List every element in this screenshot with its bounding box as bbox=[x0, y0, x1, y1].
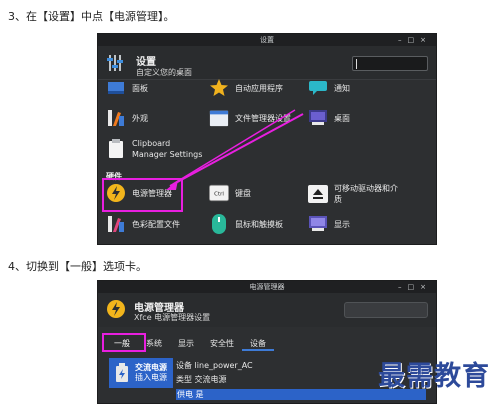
arrow-line bbox=[169, 113, 304, 187]
device-name: 交流电源 bbox=[135, 363, 167, 372]
property-value: 交流电源 bbox=[194, 375, 227, 384]
general-tab-highlight-box bbox=[102, 333, 146, 352]
device-property-row: 设备 line_power_AC bbox=[176, 360, 253, 371]
power-titlebar: 电源管理器 –□× bbox=[98, 281, 436, 293]
ac-power-icon bbox=[113, 362, 131, 384]
power-bolt-icon bbox=[107, 300, 125, 318]
property-value: 是 bbox=[195, 390, 204, 399]
power-header: 电源管理器 Xfce 电源管理器设置 bbox=[98, 293, 436, 327]
window-controls[interactable]: –□× bbox=[398, 281, 432, 293]
property-key: 供电 bbox=[177, 390, 193, 399]
power-search-input[interactable] bbox=[344, 302, 428, 318]
tab-security[interactable]: 安全性 bbox=[202, 337, 242, 351]
power-window-title: 电源管理器 bbox=[249, 283, 285, 291]
arrow-line bbox=[172, 109, 296, 185]
power-subtitle: Xfce 电源管理器设置 bbox=[134, 313, 211, 322]
tab-devices[interactable]: 设备 bbox=[242, 337, 274, 351]
property-value: line_power_AC bbox=[194, 361, 253, 370]
property-key: 设备 bbox=[176, 361, 192, 370]
device-property-row: 类型 交流电源 bbox=[176, 374, 227, 385]
device-list-item-ac-power[interactable]: 交流电源 插入电源 bbox=[109, 358, 173, 388]
property-key: 类型 bbox=[176, 375, 192, 384]
device-status: 插入电源 bbox=[135, 373, 167, 382]
tab-display[interactable]: 显示 bbox=[170, 337, 202, 351]
watermark-logo: 最需教育 bbox=[378, 361, 490, 392]
